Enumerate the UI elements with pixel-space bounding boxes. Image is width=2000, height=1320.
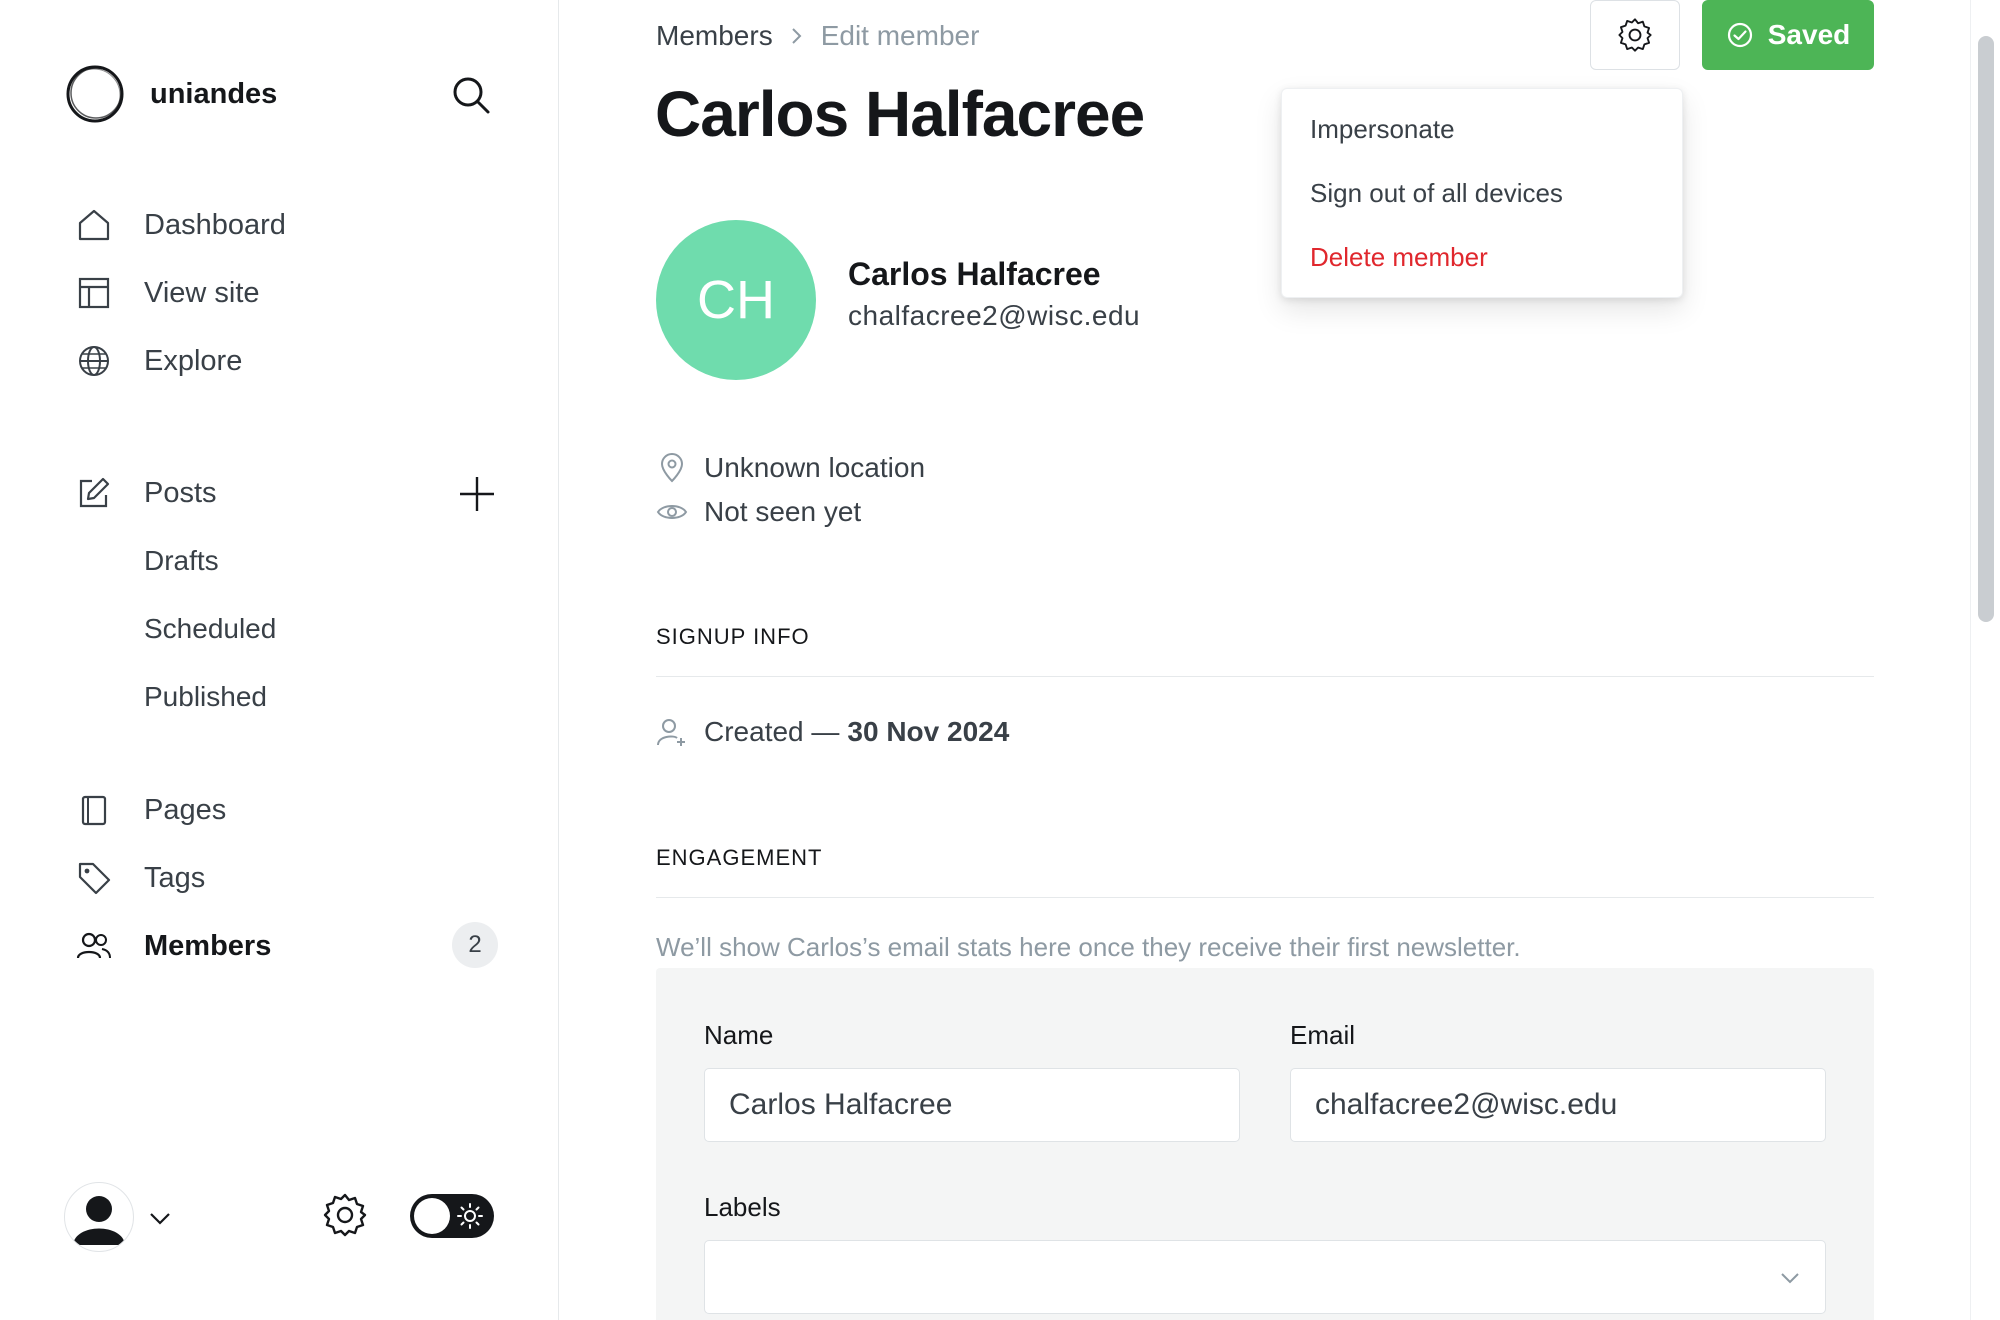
user-avatar-icon [73,1196,125,1245]
member-location-text: Unknown location [704,452,926,483]
search-icon[interactable] [450,74,492,116]
menu-sign-out-all-devices[interactable]: Sign out of all devices [1310,171,1563,215]
chevron-down-icon[interactable] [146,1204,174,1232]
user-avatar[interactable] [64,1182,134,1252]
member-location: Unknown location [656,448,925,488]
theme-toggle-knob [414,1198,450,1234]
signup-info-heading: SIGNUP INFO [656,624,810,649]
member-last-seen-text: Not seen yet [704,496,862,527]
check-circle-icon [1727,22,1752,48]
brand[interactable]: uniandes [64,62,277,126]
engagement-note: We’ll show Carlos’s email stats here onc… [656,932,1521,962]
chevron-right-icon [791,28,802,44]
gear-icon [1618,18,1652,52]
menu-impersonate[interactable]: Impersonate [1310,107,1455,151]
menu-delete-member[interactable]: Delete member [1310,235,1488,279]
member-last-seen: Not seen yet [656,492,861,532]
nav-explore-label: Explore [144,344,243,377]
globe-icon [76,343,112,379]
nav-scheduled[interactable]: Scheduled [144,606,276,652]
nav-members-label: Members [144,929,272,962]
nav-tags-label: Tags [144,861,206,894]
saved-button-label: Saved [1767,19,1851,50]
layout-icon [76,275,112,311]
user-plus-icon [657,719,685,746]
page-title: Carlos Halfacree [655,78,1145,150]
nav-dashboard[interactable]: Dashboard [76,201,286,249]
plus-icon[interactable] [456,473,498,515]
members-count-badge: 2 [452,922,498,968]
nav-dashboard-label: Dashboard [144,208,286,241]
eye-icon [656,496,688,528]
name-label: Name [704,1020,774,1050]
email-field[interactable] [1290,1068,1826,1142]
brand-name: uniandes [150,77,278,110]
member-email: chalfacree2@wisc.edu [848,300,1141,331]
engagement-heading: ENGAGEMENT [656,845,823,870]
name-field[interactable] [704,1068,1240,1142]
nav-published[interactable]: Published [144,674,267,720]
member-form: Name Email Labels [656,968,1874,1320]
member-actions-menu: Impersonate Sign out of all devices Dele… [1281,88,1683,298]
saved-button[interactable]: Saved [1702,0,1874,70]
sun-icon [457,1203,483,1229]
location-pin-icon [656,452,688,484]
breadcrumb-members-link[interactable]: Members [656,20,773,52]
tag-icon [76,860,112,896]
nav-pages-label: Pages [144,793,227,826]
signup-created-label: Created — [704,716,840,747]
edit-icon [76,475,112,511]
users-icon [76,928,112,964]
breadcrumb: Members Edit member [656,16,979,56]
nav-drafts[interactable]: Drafts [144,538,219,584]
nav-members[interactable]: Members [76,922,271,970]
scrollbar-thumb[interactable] [1978,36,1994,622]
nav-explore[interactable]: Explore [76,337,242,385]
nav-posts-label: Posts [144,476,217,509]
labels-select[interactable] [704,1240,1826,1314]
signup-created-date: 30 Nov 2024 [847,716,1010,747]
nav-posts[interactable]: Posts [76,469,217,517]
brand-logo-icon [66,65,124,123]
nav-view-site[interactable]: View site [76,269,260,317]
theme-toggle[interactable] [410,1194,494,1238]
labels-label: Labels [704,1192,781,1222]
member-avatar: CH [656,220,816,380]
chevron-down-icon [1781,1273,1799,1284]
signup-created: Created — 30 Nov 2024 [656,712,1009,752]
nav-view-site-label: View site [144,276,260,309]
member-actions-button[interactable] [1590,0,1680,70]
member-name: Carlos Halfacree [848,256,1101,292]
email-label: Email [1290,1020,1356,1050]
nav-tags[interactable]: Tags [76,854,205,902]
nav-pages[interactable]: Pages [76,786,226,834]
sidebar: uniandes Dashboard View site Explore Pos… [0,0,559,1320]
divider [656,676,1874,677]
breadcrumb-current: Edit member [820,20,980,51]
gear-icon[interactable] [322,1192,368,1238]
divider [656,897,1874,898]
page-icon [76,792,112,828]
home-icon [76,207,112,243]
